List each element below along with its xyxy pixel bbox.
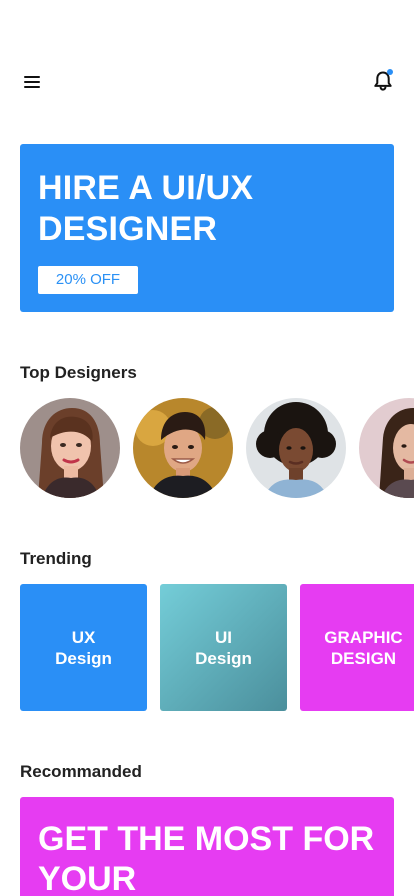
designer-photo (246, 398, 346, 498)
designer-avatar[interactable] (246, 398, 346, 498)
designers-carousel[interactable] (20, 398, 414, 498)
top-designers-heading: Top Designers (20, 363, 137, 382)
menu-line (24, 86, 40, 88)
trending-card-ui-design[interactable]: UI Design (160, 584, 287, 711)
designer-photo (133, 398, 233, 498)
recommended-heading: Recommanded (20, 762, 142, 781)
discount-badge[interactable]: 20% OFF (38, 266, 138, 294)
designer-photo (359, 398, 414, 498)
menu-line (24, 76, 40, 78)
recommended-promo-card[interactable]: GET THE MOST FOR YOUR (20, 797, 394, 896)
designer-avatar[interactable] (20, 398, 120, 498)
app-screen: HIRE A UI/UX DESIGNER 20% OFF Top Design… (0, 0, 414, 896)
promo-title: GET THE MOST FOR YOUR (38, 820, 375, 896)
trending-card-ux-design[interactable]: UX Design (20, 584, 147, 711)
designer-avatar[interactable] (359, 398, 414, 498)
trending-card-graphic-design[interactable]: GRAPHIC DESIGN (300, 584, 414, 711)
card-line: Design (195, 648, 252, 668)
trending-heading: Trending (20, 549, 92, 568)
hamburger-menu-icon[interactable] (22, 74, 42, 90)
menu-line (24, 81, 40, 83)
notification-button[interactable] (370, 68, 396, 94)
hire-designer-banner[interactable]: HIRE A UI/UX DESIGNER 20% OFF (20, 144, 394, 312)
card-line: UX (71, 627, 96, 647)
hero-title: HIRE A UI/UX DESIGNER (38, 169, 254, 248)
unread-indicator (387, 69, 393, 75)
card-line: UI (215, 627, 232, 647)
designer-avatar[interactable] (133, 398, 233, 498)
card-line: GRAPHIC (324, 627, 403, 647)
designer-photo (20, 398, 120, 498)
card-line: Design (55, 648, 112, 668)
card-line: DESIGN (330, 648, 397, 668)
